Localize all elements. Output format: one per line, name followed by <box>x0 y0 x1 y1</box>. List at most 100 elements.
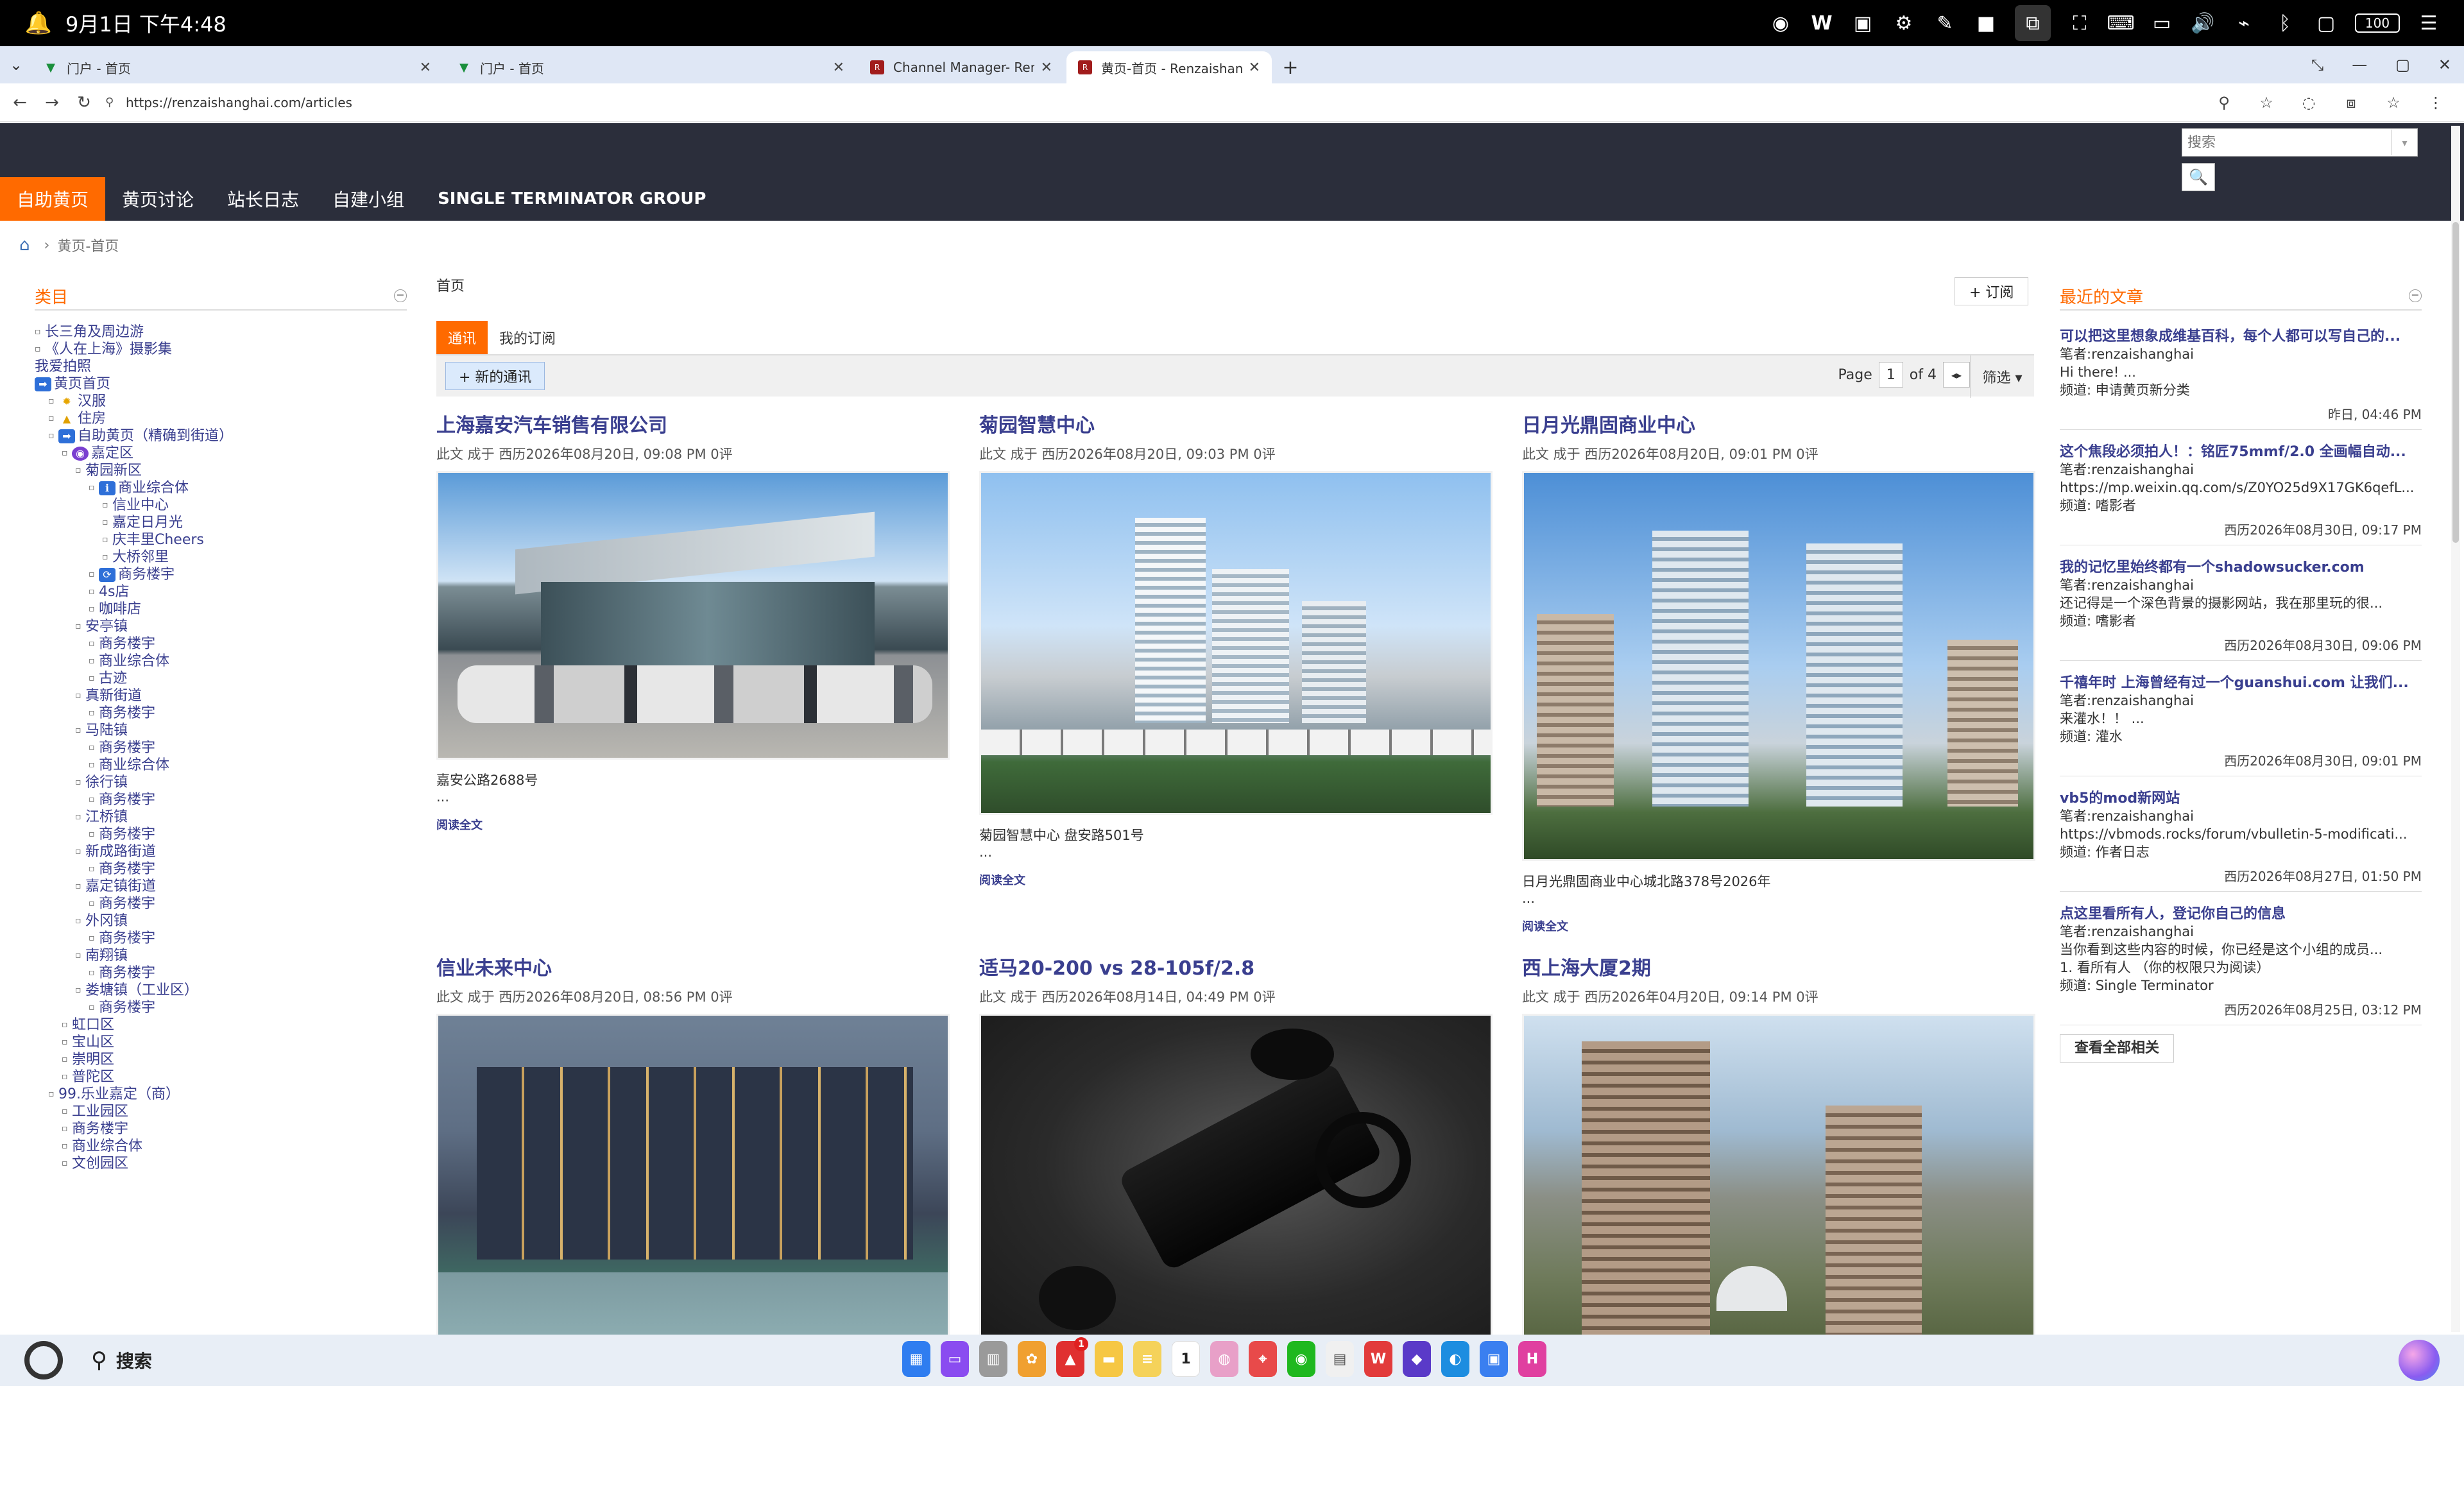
category-tree-item[interactable]: ▫ 大桥邻里 <box>35 549 407 566</box>
camera-icon[interactable]: ■ <box>1974 11 1998 35</box>
article-image[interactable] <box>436 471 950 760</box>
assistant-app-icon[interactable]: ◆ <box>1403 1341 1431 1377</box>
notification-bell-icon[interactable]: 🔔 <box>25 10 52 36</box>
category-tree-item[interactable]: ➡ 黄页首页 <box>35 375 407 393</box>
controls-icon[interactable]: ☰ <box>2417 11 2441 35</box>
article-image[interactable] <box>979 471 1493 815</box>
category-tree-item[interactable]: ▫ 古迹 <box>35 670 407 687</box>
article-title-link[interactable]: 日月光鼎固商业中心 <box>1522 409 2041 438</box>
category-tree-item[interactable]: ▫ 商业综合体 <box>35 756 407 774</box>
chat-icon[interactable]: ◌ <box>2296 90 2322 115</box>
category-tree-item[interactable]: ▫ 咖啡店 <box>35 601 407 618</box>
category-tree-item[interactable]: ▫ ◉ 嘉定区 <box>35 445 407 462</box>
collapse-icon[interactable]: − <box>2409 289 2422 302</box>
chat-app-icon[interactable]: ▣ <box>1480 1341 1508 1377</box>
recent-article-title-link[interactable]: vb5的mod新网站 <box>2060 787 2422 807</box>
back-arrow-icon[interactable]: ← <box>4 87 36 119</box>
category-tree-item[interactable]: ▫ 《人在上海》摄影集 <box>35 341 407 358</box>
tab-feed[interactable]: 通讯 <box>436 321 488 354</box>
article-title-link[interactable]: 菊园智慧中心 <box>979 409 1498 438</box>
zoom-icon[interactable]: ⚲ <box>2211 90 2237 115</box>
browser-tab-4[interactable]: R 黄页-首页 - Renzaishanghai ✕ <box>1066 51 1272 83</box>
settings-icon[interactable]: ⚙ <box>1892 11 1916 35</box>
category-tree-item[interactable]: ▫ ⟳ 商务楼宇 <box>35 566 407 583</box>
notes-icon[interactable]: ▬ <box>1095 1341 1123 1377</box>
article-image[interactable] <box>979 1014 1493 1347</box>
article-image[interactable] <box>1522 471 2035 861</box>
category-tree-item[interactable]: ▫ 商务楼宇 <box>35 1120 407 1138</box>
see-all-button[interactable]: 查看全部相关 <box>2060 1034 2175 1063</box>
reload-icon[interactable]: ↻ <box>68 87 100 119</box>
article-title-link[interactable]: 信业未来中心 <box>436 952 955 980</box>
category-tree-item[interactable]: ▫ 虹口区 <box>35 1016 407 1034</box>
category-tree-item[interactable]: ▫ 徐行镇 <box>35 774 407 791</box>
minimize-icon[interactable]: — <box>2352 56 2367 74</box>
menu-dots-icon[interactable]: ⋮ <box>2423 90 2449 115</box>
category-tree-item[interactable]: ▫ 马陆镇 <box>35 722 407 739</box>
category-tree-item[interactable]: ▫ 文创园区 <box>35 1155 407 1172</box>
monitor-icon[interactable]: ▢ <box>2314 11 2338 35</box>
category-tree-item[interactable]: ▫ 商务楼宇 <box>35 999 407 1016</box>
category-tree-item[interactable]: ▫ 信业中心 <box>35 497 407 514</box>
wps-app-icon[interactable]: W <box>1364 1341 1392 1377</box>
category-tree-item[interactable]: ▫ 真新街道 <box>35 687 407 705</box>
scrollbar-thumb[interactable] <box>2452 222 2459 543</box>
browser-tab-1[interactable]: ▼ 门户 - 首页 ✕ <box>32 51 443 83</box>
bluetooth-icon[interactable]: ᛒ <box>2273 11 2297 35</box>
article-title-link[interactable]: 上海嘉安汽车销售有限公司 <box>436 409 955 438</box>
edit-icon[interactable]: ✎ <box>1933 11 1957 35</box>
article-image[interactable] <box>436 1014 950 1347</box>
screen-icon[interactable]: ▣ <box>1851 11 1875 35</box>
calendar-icon[interactable]: 1 <box>1172 1341 1200 1377</box>
site-info-icon[interactable]: ⚲ <box>105 96 126 109</box>
article-title-link[interactable]: 适马20-200 vs 28-105f/2.8 <box>979 952 1498 980</box>
crop-icon[interactable]: ⛶ <box>2067 11 2092 35</box>
trash-icon[interactable]: ▥ <box>979 1341 1007 1377</box>
nav-yellow-pages[interactable]: 自助黄页 <box>0 177 106 221</box>
page-scrollbar[interactable] <box>2451 126 2460 1332</box>
category-tree-item[interactable]: ▫ 娄塘镇（工业区） <box>35 982 407 999</box>
category-tree-item[interactable]: ▫ 商业综合体 <box>35 1138 407 1155</box>
new-post-button[interactable]: + 新的通讯 <box>445 362 545 390</box>
recent-article-title-link[interactable]: 千禧年时 上海曾经有过一个guanshui.com 让我们... <box>2060 671 2422 692</box>
category-tree-item[interactable]: ▫ 普陀区 <box>35 1068 407 1086</box>
tab-my-subscriptions[interactable]: 我的订阅 <box>488 321 567 354</box>
bookmarks-icon[interactable]: ☆ <box>2381 90 2406 115</box>
home-icon[interactable]: ⌂ <box>19 235 30 255</box>
browser-tab-3[interactable]: R Channel Manager- Renzaishanghai ✕ <box>859 51 1064 83</box>
hiapp-icon[interactable]: H <box>1518 1341 1546 1377</box>
nav-groups[interactable]: 自建小组 <box>316 177 421 221</box>
article-image[interactable] <box>1522 1014 2035 1347</box>
category-tree-item[interactable]: ▫ 商务楼宇 <box>35 860 407 878</box>
restore-tabs-icon[interactable]: ⤡ <box>2311 56 2323 74</box>
category-tree-item[interactable]: ▫ 商务楼宇 <box>35 791 407 808</box>
wechat-icon[interactable]: ◉ <box>1768 11 1793 35</box>
read-more-link[interactable]: 阅读全文 <box>436 816 955 833</box>
category-tree-item[interactable]: ▫ 外冈镇 <box>35 912 407 930</box>
category-tree-item[interactable]: ▫ 商务楼宇 <box>35 826 407 843</box>
wps-icon[interactable]: W <box>1810 11 1834 35</box>
url-field[interactable]: ⚲ https://renzaishanghai.com/articles <box>105 89 2211 117</box>
category-tree-item[interactable]: ▫ 崇明区 <box>35 1051 407 1068</box>
search-button[interactable]: 🔍 <box>2182 163 2215 191</box>
browser-tab-2[interactable]: ▼ 门户 - 首页 ✕ <box>445 51 856 83</box>
close-tab-icon[interactable]: ✕ <box>1041 60 1052 76</box>
category-tree-item[interactable]: ▫ 江桥镇 <box>35 808 407 826</box>
category-tree-item[interactable]: ▫ 商业综合体 <box>35 653 407 670</box>
memo-icon[interactable]: ≡ <box>1133 1341 1161 1377</box>
read-more-link[interactable]: 阅读全文 <box>979 871 1498 888</box>
category-tree-item[interactable]: ▫ 南翔镇 <box>35 947 407 964</box>
new-tab-button[interactable]: + <box>1274 51 1306 83</box>
volume-icon[interactable]: 🔊 <box>2191 11 2215 35</box>
display-icon[interactable]: ⧉ <box>2015 5 2051 41</box>
start-button[interactable] <box>24 1341 63 1380</box>
category-tree-item[interactable]: ▫ 工业园区 <box>35 1103 407 1120</box>
keyboard-icon[interactable]: ⌨ <box>2107 11 2134 35</box>
category-tree-item[interactable]: ▫ 新成路街道 <box>35 843 407 860</box>
battery-icon[interactable]: 100 <box>2355 13 2400 33</box>
subscribe-button[interactable]: + 订阅 <box>1955 277 2029 305</box>
collapse-icon[interactable]: − <box>394 289 407 302</box>
app-grid-icon[interactable]: ▦ <box>902 1341 930 1377</box>
gallery-icon[interactable]: ✿ <box>1018 1341 1046 1377</box>
category-tree-item[interactable]: ▫ ✹ 汉服 <box>35 393 407 410</box>
